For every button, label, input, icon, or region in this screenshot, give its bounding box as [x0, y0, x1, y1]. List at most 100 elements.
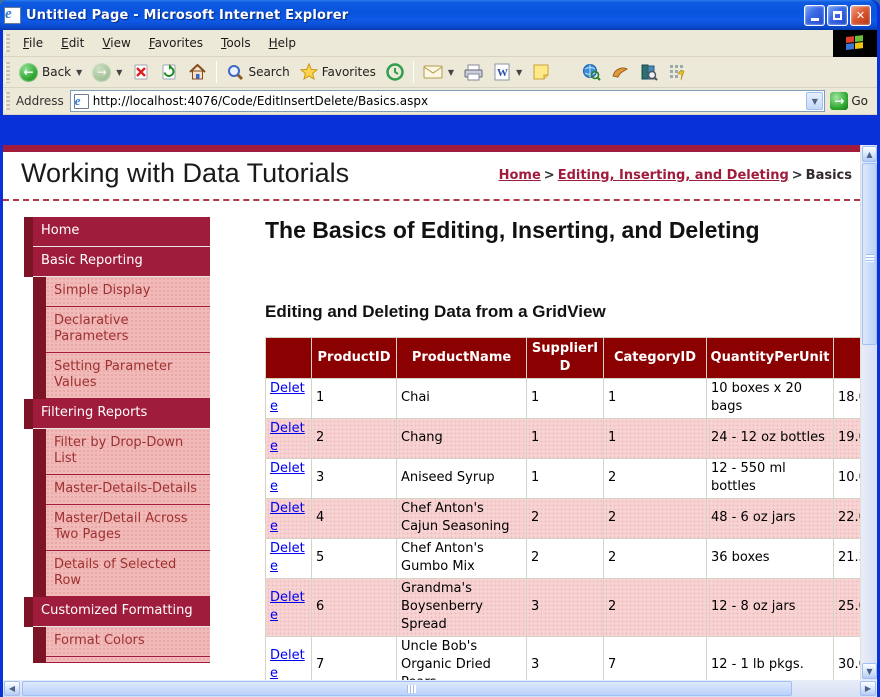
cell-categoryid: 1	[604, 419, 707, 459]
section-heading: Editing and Deleting Data from a GridVie…	[265, 302, 860, 322]
delete-link[interactable]: Delete	[270, 381, 305, 414]
cell-supplierid: 2	[527, 499, 604, 539]
minimize-button[interactable]	[804, 5, 825, 26]
breadcrumb: Home>Editing, Inserting, and Deleting>Ba…	[499, 168, 852, 189]
horizontal-scroll-thumb[interactable]	[22, 681, 792, 696]
book-search-icon	[640, 63, 658, 81]
sidebar-item-label: Format Colors	[46, 627, 210, 657]
back-dropdown-icon[interactable]: ▼	[76, 68, 82, 77]
cell-categoryid: 2	[604, 539, 707, 579]
sidebar-item-master-details-details[interactable]: Master-Details-Details	[33, 475, 210, 505]
sidebar-item-filtering-reports[interactable]: Filtering Reports	[24, 399, 210, 429]
menu-edit[interactable]: Edit	[52, 32, 93, 54]
sidebar-item-setting-parameter-values[interactable]: Setting Parameter Values	[33, 353, 210, 399]
cell-categoryid: 2	[604, 499, 707, 539]
print-button[interactable]	[459, 62, 488, 83]
messenger-button[interactable]	[606, 62, 635, 82]
history-icon	[386, 63, 404, 81]
discuss-button[interactable]	[527, 61, 555, 83]
sidebar-item-label: Master-Details-Details	[46, 475, 210, 505]
sidebar-item-label: Details of Selected Row	[46, 551, 210, 597]
toolbar-grip[interactable]	[5, 62, 10, 83]
word-dropdown-icon[interactable]: ▼	[516, 68, 522, 77]
research-button[interactable]	[577, 61, 606, 83]
delete-link[interactable]: Delete	[270, 590, 305, 623]
delete-link[interactable]: Delete	[270, 501, 305, 534]
address-input[interactable]: e http://localhost:4076/Code/EditInsertD…	[70, 90, 826, 112]
breadcrumb-section-link[interactable]: Editing, Inserting, and Deleting	[558, 168, 789, 183]
sidebar-item-customized-formatting[interactable]: Customized Formatting	[24, 597, 210, 627]
page-accent-bar	[3, 145, 860, 152]
cell-productid: 6	[312, 579, 397, 637]
mail-button[interactable]: ▼	[418, 62, 459, 82]
delete-link[interactable]: Delete	[270, 421, 305, 454]
breadcrumb-home-link[interactable]: Home	[499, 168, 541, 183]
delete-link[interactable]: Delete	[270, 648, 305, 680]
table-row: Delete3Aniseed Syrup1212 - 550 ml bottle…	[266, 459, 861, 499]
products-gridview: ProductIDProductNameSupplierIDCategoryID…	[265, 337, 860, 680]
cell-unitprice: 21.35	[834, 539, 861, 579]
cell-quantityperunit: 12 - 1 lb pkgs.	[707, 637, 834, 681]
vertical-scroll-thumb[interactable]	[862, 163, 877, 345]
sidebar-indent-stub	[33, 505, 46, 551]
sidebar-item-label: Filtering Reports	[33, 399, 210, 429]
menu-tools[interactable]: Tools	[212, 32, 260, 54]
go-button[interactable]: → Go	[825, 91, 873, 111]
quick-launch-button[interactable]	[663, 61, 691, 83]
search-button[interactable]: Search	[221, 61, 294, 83]
address-url: http://localhost:4076/Code/EditInsertDel…	[93, 94, 807, 108]
refresh-button[interactable]	[155, 61, 183, 83]
menu-view[interactable]: View	[93, 32, 139, 54]
address-grip[interactable]	[5, 92, 10, 110]
history-button[interactable]	[381, 61, 409, 83]
sidebar-item-simple-display[interactable]: Simple Display	[33, 277, 210, 307]
edit-with-word-button[interactable]: W ▼	[488, 61, 527, 83]
menu-help[interactable]: Help	[260, 32, 305, 54]
back-button[interactable]: ← Back ▼	[14, 61, 87, 84]
sidebar-item-label: Setting Parameter Values	[46, 353, 210, 399]
browser-window: e Untitled Page - Microsoft Internet Exp…	[0, 0, 880, 697]
cell-supplierid: 1	[527, 419, 604, 459]
sidebar-indent-stub	[33, 627, 46, 657]
forward-button[interactable]: → ▼	[87, 61, 127, 84]
cell-supplierid: 1	[527, 459, 604, 499]
vertical-scrollbar[interactable]: ▲ ▼	[860, 145, 877, 680]
horizontal-scrollbar[interactable]: ◀ ▶	[3, 680, 877, 697]
sidebar-indent-stub	[33, 353, 46, 399]
mail-dropdown-icon[interactable]: ▼	[448, 68, 454, 77]
grid-bolt-icon	[668, 63, 686, 81]
cell-quantityperunit: 48 - 6 oz jars	[707, 499, 834, 539]
delete-link[interactable]: Delete	[270, 541, 305, 574]
cell-categoryid: 7	[604, 637, 707, 681]
maximize-button[interactable]	[827, 5, 848, 26]
menu-grip[interactable]	[5, 34, 10, 52]
sidebar-item-home[interactable]: Home	[24, 217, 210, 247]
home-icon	[188, 63, 207, 81]
close-button[interactable]: ✕	[850, 5, 871, 26]
search-label: Search	[248, 65, 289, 79]
favorites-button[interactable]: Favorites	[295, 61, 381, 83]
sidebar-indent-stub	[24, 399, 33, 429]
menu-file[interactable]: File	[14, 32, 52, 54]
sidebar-indent-stub	[33, 475, 46, 505]
home-button[interactable]	[183, 61, 212, 83]
stop-button[interactable]	[127, 61, 155, 83]
sidebar-item-declarative-parameters[interactable]: Declarative Parameters	[33, 307, 210, 353]
address-dropdown-icon[interactable]: ▼	[806, 92, 823, 110]
scroll-down-icon[interactable]: ▼	[862, 663, 877, 679]
scroll-left-icon[interactable]: ◀	[4, 681, 20, 696]
sidebar-item-format-colors[interactable]: Format Colors	[33, 627, 210, 657]
sidebar-item-filter-by-drop-down-list[interactable]: Filter by Drop-Down List	[33, 429, 210, 475]
menu-favorites[interactable]: Favorites	[140, 32, 212, 54]
delete-link[interactable]: Delete	[270, 461, 305, 494]
forward-dropdown-icon[interactable]: ▼	[116, 68, 122, 77]
sidebar-item-details-of-selected-row[interactable]: Details of Selected Row	[33, 551, 210, 597]
sidebar-item-basic-reporting[interactable]: Basic Reporting	[24, 247, 210, 277]
scroll-up-icon[interactable]: ▲	[862, 146, 877, 162]
page-title: The Basics of Editing, Inserting, and De…	[265, 215, 795, 245]
sidebar-item-master-detail-across-two-pages[interactable]: Master/Detail Across Two Pages	[33, 505, 210, 551]
scroll-right-icon[interactable]: ▶	[860, 681, 876, 696]
cell-productid: 2	[312, 419, 397, 459]
research-library-button[interactable]	[635, 61, 663, 83]
cell-unitprice: 10.00	[834, 459, 861, 499]
